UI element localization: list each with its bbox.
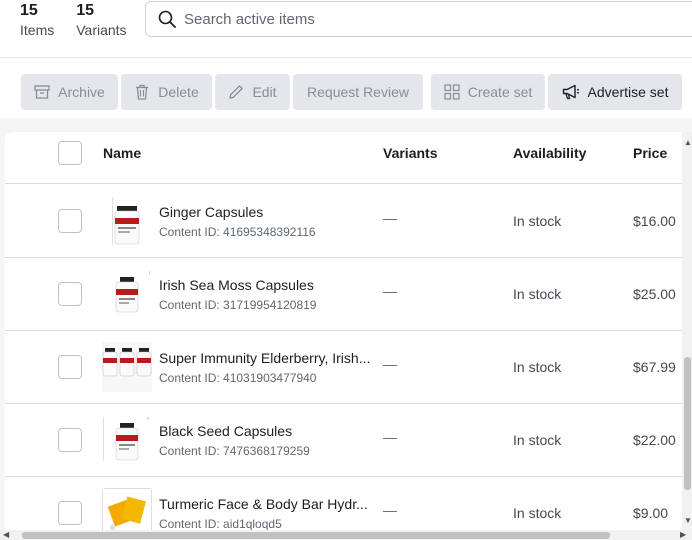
product-thumbnail [102,342,152,392]
product-name[interactable]: Black Seed Capsules [159,423,292,439]
archive-icon [34,85,50,99]
archive-button[interactable]: Archive [21,74,118,110]
row-checkbox[interactable] [58,209,82,233]
black-seed-capsules-bottle-icon [103,417,149,461]
archive-label: Archive [58,84,105,100]
product-thumbnail [102,488,152,534]
advertise-set-button[interactable]: Advertise set [548,74,682,110]
items-stat: 15 Items [20,2,54,40]
table-header: Name Variants Availability Price [5,132,692,184]
search-icon [158,10,176,28]
table-row[interactable]: Super Immunity Elderberry, Irish... Cont… [5,331,692,404]
price-value: $9.00 [633,505,669,521]
delete-button[interactable]: Delete [121,74,212,110]
row-checkbox[interactable] [58,355,82,379]
variants-label: Variants [76,22,127,38]
content-id: Content ID: 41695348392116 [159,225,316,239]
items-count: 15 [20,2,38,19]
row-checkbox[interactable] [58,501,82,525]
content-id: Content ID: aid1qloqd5 [159,517,282,531]
price-column-header[interactable]: Price [633,145,667,161]
create-set-button[interactable]: Create set [431,74,545,110]
create-set-label: Create set [467,84,533,100]
price-value: $16.00 [633,213,676,229]
product-name[interactable]: Super Immunity Elderberry, Irish... [159,350,370,366]
vertical-scroll-thumb[interactable] [684,357,691,490]
availability-value: In stock [513,286,562,302]
variants-value: — [383,210,397,226]
variants-value: — [383,283,397,299]
price-value: $67.99 [633,359,676,375]
product-name[interactable]: Irish Sea Moss Capsules [159,277,314,293]
select-all-checkbox[interactable] [58,141,82,165]
trash-icon [136,84,149,100]
item-stats: 15 Items 15 Variants [20,2,127,40]
product-thumbnail [102,269,152,319]
items-table: Name Variants Availability Price Ginger … [5,132,692,534]
delete-label: Delete [158,84,199,100]
content-id: Content ID: 31719954120819 [159,298,317,312]
search-box[interactable] [145,1,692,37]
row-checkbox[interactable] [58,428,82,452]
row-checkbox[interactable] [58,282,82,306]
items-label: Items [20,22,55,38]
price-value: $25.00 [633,286,676,302]
sea-moss-capsules-bottle-icon [115,271,150,313]
product-thumbnail [102,196,152,246]
advertise-set-label: Advertise set [587,84,669,100]
product-thumbnail [102,415,152,465]
ginger-capsules-bottle-icon [112,197,140,245]
variants-value: — [383,356,397,372]
variants-value: — [383,502,397,518]
turmeric-soap-bar-icon [103,489,151,534]
megaphone-icon [562,84,579,100]
request-review-button[interactable]: Request Review [293,74,423,110]
content-id: Content ID: 41031903477940 [159,371,317,385]
search-input[interactable] [184,10,584,28]
scroll-right-arrow-icon[interactable]: ▶ [680,530,686,539]
horizontal-scroll-thumb[interactable] [22,532,610,539]
panel-gap [0,118,692,132]
scroll-left-arrow-icon[interactable]: ◀ [3,530,9,539]
availability-column-header[interactable]: Availability [513,145,586,161]
table-row[interactable]: Black Seed Capsules Content ID: 74763681… [5,404,692,477]
edit-button[interactable]: Edit [215,74,290,110]
product-name[interactable]: Ginger Capsules [159,204,263,220]
table-row[interactable]: Irish Sea Moss Capsules Content ID: 3171… [5,258,692,331]
header-divider [0,57,692,58]
variants-stat: 15 Variants [76,2,126,40]
three-bottle-bundle-icon [102,342,152,392]
variants-value: — [383,429,397,445]
availability-value: In stock [513,432,562,448]
availability-value: In stock [513,359,562,375]
table-row[interactable]: Ginger Capsules Content ID: 416953483921… [5,185,692,258]
variants-count: 15 [76,2,95,19]
bulk-action-toolbar: Archive Delete Edit Request Review Creat… [21,74,682,110]
edit-label: Edit [252,84,277,100]
price-value: $22.00 [633,432,676,448]
variants-column-header[interactable]: Variants [383,145,437,161]
grid-icon [444,84,460,100]
availability-value: In stock [513,213,562,229]
header-panel: 15 Items 15 Variants Archive [0,0,692,132]
scroll-up-arrow-icon[interactable]: ▲ [684,138,692,147]
pencil-icon [229,85,244,99]
availability-value: In stock [513,505,562,521]
product-name[interactable]: Turmeric Face & Body Bar Hydr... [159,496,368,512]
content-id: Content ID: 7476368179259 [159,444,310,458]
request-review-label: Request Review [307,84,409,100]
table-row[interactable]: Turmeric Face & Body Bar Hydr... Content… [5,477,692,534]
name-column-header[interactable]: Name [103,145,141,161]
scroll-down-arrow-icon[interactable]: ▼ [684,516,692,525]
